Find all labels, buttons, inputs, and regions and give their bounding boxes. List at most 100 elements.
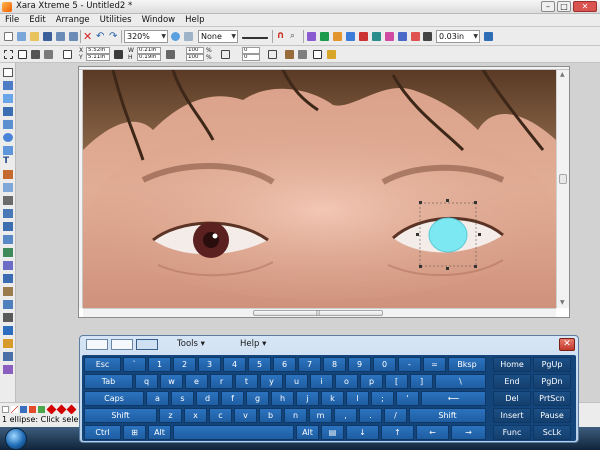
key-right-shift[interactable]: Shift <box>409 408 486 423</box>
rectangle-tool-icon[interactable] <box>3 120 13 129</box>
ellipse-tool-icon[interactable] <box>3 133 13 142</box>
quality-dropdown[interactable]: None ▼ <box>198 30 238 43</box>
key-period[interactable]: . <box>359 408 382 423</box>
key-prtscn[interactable]: PrtScn <box>533 391 571 406</box>
effect-icon-2[interactable] <box>320 32 329 41</box>
rotate-icon[interactable] <box>18 50 27 59</box>
undo-icon[interactable]: ↶ <box>96 32 105 42</box>
key-y[interactable]: y <box>260 374 283 389</box>
key-q[interactable]: q <box>135 374 158 389</box>
key-i[interactable]: i <box>310 374 333 389</box>
key-windows[interactable]: ⊞ <box>123 425 146 440</box>
key-left-arrow[interactable]: ← <box>416 425 449 440</box>
key-6[interactable]: 6 <box>273 357 296 372</box>
new-document-icon[interactable] <box>4 32 13 41</box>
key-up-arrow[interactable]: ↑ <box>381 425 414 440</box>
effect-icon-6[interactable] <box>372 32 381 41</box>
pointer-select-icon[interactable] <box>313 50 322 59</box>
save-icon[interactable] <box>43 32 52 41</box>
key-k[interactable]: k <box>321 391 344 406</box>
minimize-button[interactable]: – <box>541 1 555 12</box>
selected-ellipse[interactable] <box>428 217 468 253</box>
angle-icon[interactable] <box>221 50 230 59</box>
effect-icon-3[interactable] <box>333 32 342 41</box>
key-9[interactable]: 9 <box>348 357 371 372</box>
key-semicolon[interactable]: ; <box>371 391 394 406</box>
fill-tool-icon[interactable] <box>3 170 13 179</box>
key-j[interactable]: j <box>296 391 319 406</box>
key-0[interactable]: 0 <box>373 357 396 372</box>
line-icon[interactable] <box>423 32 432 41</box>
pen-tool-icon[interactable] <box>3 107 13 116</box>
shear-icon[interactable] <box>268 50 277 59</box>
osk-layout-block-icon[interactable] <box>111 339 133 350</box>
key-1[interactable]: 1 <box>148 357 171 372</box>
key-left-alt[interactable]: Alt <box>148 425 171 440</box>
scale-y-field[interactable]: 100 <box>186 54 204 61</box>
key-3[interactable]: 3 <box>198 357 221 372</box>
effect-icon-9[interactable] <box>411 32 420 41</box>
key-esc[interactable]: Esc <box>84 357 121 372</box>
key-c[interactable]: c <box>209 408 232 423</box>
vertical-scrollbar[interactable]: ▲ ▼ <box>556 70 569 308</box>
mould-tool-icon[interactable] <box>3 248 13 257</box>
zoom-tool-side-icon[interactable] <box>3 352 13 361</box>
push-tool-icon[interactable] <box>3 326 13 335</box>
flip-icon[interactable] <box>31 50 40 59</box>
selection-bounds-icon[interactable] <box>4 50 13 59</box>
key-t[interactable]: t <box>235 374 258 389</box>
key-b[interactable]: b <box>259 408 282 423</box>
key-del[interactable]: Del <box>493 391 531 406</box>
contour-tool-icon[interactable] <box>3 222 13 231</box>
quickshape-tool-icon[interactable] <box>3 146 13 155</box>
key-left-bracket[interactable]: [ <box>385 374 408 389</box>
key-e[interactable]: e <box>185 374 208 389</box>
key-enter[interactable]: ⟵ <box>421 391 486 406</box>
close-button[interactable]: ✕ <box>573 1 597 12</box>
bring-front-icon[interactable] <box>285 50 294 59</box>
key-caps[interactable]: Caps <box>84 391 144 406</box>
transparency-tool-icon[interactable] <box>3 183 13 192</box>
key-f[interactable]: f <box>221 391 244 406</box>
shear-field[interactable]: 0 <box>242 54 260 61</box>
apply-icon[interactable] <box>484 32 493 41</box>
key-5[interactable]: 5 <box>248 357 271 372</box>
transform-icon[interactable] <box>44 50 53 59</box>
scale-link-icon[interactable] <box>166 50 175 59</box>
key-backslash[interactable]: \ <box>435 374 486 389</box>
color-swatch-red-2[interactable] <box>56 404 67 415</box>
live-effects-tool-icon[interactable] <box>3 274 13 283</box>
key-menu[interactable]: ▤ <box>321 425 344 440</box>
open-folder-icon[interactable] <box>30 32 39 41</box>
key-sclk[interactable]: ScLk <box>533 425 571 440</box>
horizontal-scrollbar[interactable]: ||| <box>83 308 556 317</box>
osk-menu-tools[interactable]: Tools ▾ <box>177 339 205 349</box>
effect-icon-8[interactable] <box>398 32 407 41</box>
key-minus[interactable]: - <box>398 357 421 372</box>
line-width-dropdown[interactable]: 0.03in ▼ <box>436 30 480 43</box>
key-slash[interactable]: / <box>384 408 407 423</box>
key-x[interactable]: x <box>184 408 207 423</box>
key-l[interactable]: l <box>346 391 369 406</box>
export-icon[interactable] <box>69 32 78 41</box>
lock-aspect-icon[interactable] <box>114 50 123 59</box>
osk-menu-help[interactable]: Help ▾ <box>240 339 266 349</box>
bevel-tool-icon[interactable] <box>3 209 13 218</box>
key-pgup[interactable]: PgUp <box>533 357 571 372</box>
key-z[interactable]: z <box>159 408 182 423</box>
effect-icon-7[interactable] <box>385 32 394 41</box>
new-template-icon[interactable] <box>17 32 26 41</box>
zoom-tool-icon[interactable] <box>171 32 180 41</box>
redo-icon[interactable]: ↷ <box>109 32 118 42</box>
key-right-alt[interactable]: Alt <box>296 425 319 440</box>
color-swatch-green[interactable] <box>38 406 45 413</box>
start-button[interactable] <box>5 428 27 450</box>
photo-tool-icon[interactable] <box>3 287 13 296</box>
x-position-field[interactable]: 5.52in <box>86 47 110 54</box>
key-func[interactable]: Func <box>493 425 531 440</box>
scroll-up-arrow[interactable]: ▲ <box>560 71 565 78</box>
key-end[interactable]: End <box>493 374 531 389</box>
grid-icon[interactable] <box>63 50 72 59</box>
color-swatch-red-3[interactable] <box>66 404 77 415</box>
lock-tool-icon[interactable] <box>3 339 13 348</box>
